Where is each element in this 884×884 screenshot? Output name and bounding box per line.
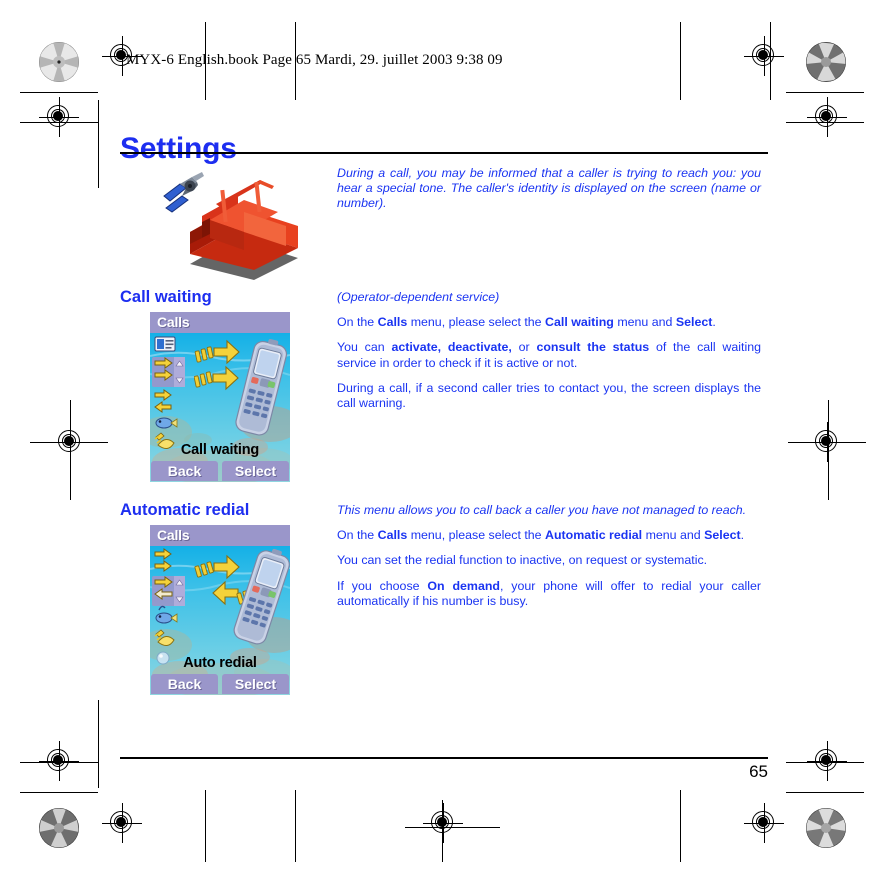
body-paragraph: On the Calls menu, please select the Cal… — [337, 315, 716, 330]
screen-caption: Call waiting — [180, 442, 260, 458]
motion-arrow-icon — [194, 554, 250, 606]
screen-handset-graphic — [194, 548, 290, 645]
softkey-back[interactable]: Back — [151, 461, 218, 481]
crop-line — [786, 792, 864, 793]
crop-line — [680, 22, 681, 100]
voicemail-icon — [154, 629, 175, 646]
fish-icon — [155, 417, 178, 429]
screen-title: Calls — [157, 314, 190, 330]
registration-mark — [423, 803, 463, 843]
body-paragraph: If you choose On demand, your phone will… — [337, 578, 761, 608]
density-target-icon — [39, 42, 79, 82]
registration-mark — [807, 97, 847, 137]
registration-mark — [744, 803, 784, 843]
crop-line — [786, 92, 864, 93]
crop-line — [98, 100, 99, 188]
softkey-select[interactable]: Select — [222, 461, 289, 481]
registration-mark — [50, 422, 90, 462]
footer-rule — [120, 757, 768, 759]
section-automatic-redial-left: Automatic redial — [120, 501, 325, 520]
mobile-phone-icon — [235, 339, 288, 436]
body-paragraph: You can activate, deactivate, or consult… — [337, 340, 762, 370]
crop-line — [20, 792, 98, 793]
crop-line — [98, 700, 99, 788]
density-target-icon — [806, 42, 846, 82]
softkey-back[interactable]: Back — [151, 674, 218, 694]
intro-paragraph: During a call, you may be informed that … — [337, 166, 761, 211]
section-call-waiting-right: (Operator-dependent service) On the Call… — [337, 290, 761, 421]
pliers-icon — [163, 172, 204, 213]
phone-screenshot-auto-redial: Calls Auto redial Back Select — [150, 525, 290, 695]
registration-mark — [744, 36, 784, 76]
section-paragraphs-automatic-redial: On the Calls menu, please select the Aut… — [337, 528, 761, 609]
body-paragraph: On the Calls menu, please select the Aut… — [337, 528, 745, 543]
density-target-icon — [39, 808, 79, 848]
screen-caption: Auto redial — [183, 655, 257, 671]
section-automatic-redial-right: This menu allows you to call back a call… — [337, 503, 761, 619]
crop-line — [20, 92, 98, 93]
page-number: 65 — [749, 762, 768, 781]
screen-softkey-bar: Back Select — [150, 674, 290, 695]
section-paragraphs-call-waiting: On the Calls menu, please select the Cal… — [337, 315, 761, 411]
registration-mark — [807, 741, 847, 781]
body-paragraph: During a call, if a second caller tries … — [337, 380, 761, 411]
body-paragraph: You can set the redial function to inact… — [337, 553, 708, 568]
toolbox-illustration — [150, 160, 310, 282]
registration-mark — [102, 803, 142, 843]
screen-title: Calls — [157, 527, 190, 543]
intro-block: During a call, you may be informed that … — [337, 166, 761, 222]
section-heading-automatic-redial: Automatic redial — [120, 501, 250, 519]
screen-softkey-bar: Back Select — [150, 461, 290, 482]
softkey-select[interactable]: Select — [222, 674, 289, 694]
call-arrow-icon — [154, 548, 172, 560]
registration-mark — [39, 97, 79, 137]
section-heading-call-waiting: Call waiting — [120, 288, 212, 306]
fish-icon — [155, 605, 178, 624]
screen-handset-graphic — [194, 339, 288, 436]
book-file-header: MYX-6 English.book Page 65 Mardi, 29. ju… — [126, 52, 503, 68]
section-call-waiting-left: Call waiting — [120, 288, 325, 307]
registration-mark — [807, 422, 847, 462]
crop-line — [680, 790, 681, 862]
phone-screenshot-call-waiting: Calls Call waiting Back Select — [150, 312, 290, 482]
contacts-icon — [154, 336, 176, 352]
density-target-icon — [806, 808, 846, 848]
header-rule — [120, 152, 768, 154]
section-subtitle-automatic-redial: This menu allows you to call back a call… — [337, 503, 747, 517]
registration-mark — [39, 741, 79, 781]
motion-arrow-icon — [194, 339, 240, 391]
section-subtitle-call-waiting: (Operator-dependent service) — [337, 290, 500, 304]
crop-line — [205, 790, 206, 862]
crop-line — [295, 790, 296, 862]
call-arrow-icon — [154, 560, 172, 572]
